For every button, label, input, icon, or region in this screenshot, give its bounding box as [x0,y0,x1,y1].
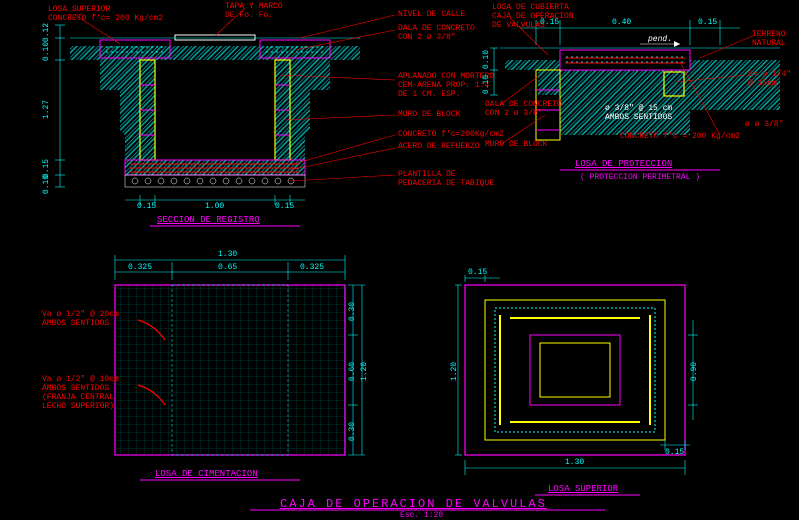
dim: 0.10 [42,42,51,61]
label: AMBOS SENTIDOS [42,319,109,328]
label: TAPA Y MARCO [225,2,283,11]
label: PEDACERIA DE TABIQUE [398,179,494,188]
label: CONCRETO f'c= 200 Kg/cm2 [48,14,163,23]
dim: 0.30 [348,302,357,321]
dim: 0.30 [348,422,357,441]
label: DE 1 CM. ESP. [398,90,460,99]
label: (FRANJA CENTRAL [42,393,114,402]
section-title: LOSA DE PROTECCION [575,159,672,169]
dim: 1.30 [565,458,584,467]
dim: 0.10 [482,75,491,94]
label: AMBOS SENTIDOS [605,113,672,122]
label: CONCRETO f'c = 200 Kg/cm2 [620,132,740,141]
label: PLANTILLA DE [398,170,456,179]
section-sub: ( PROTECCION PERIMETRAL ) [580,173,700,182]
label: ø 3/8" @ 15 cm [605,104,672,113]
losa-proteccion [490,18,780,145]
label: CAJA DE OPERACION [492,12,574,21]
dim: 0.15 [468,268,487,277]
label: DALA DE CONCRETO [485,100,562,109]
label: E= ø 1/4" [748,70,791,79]
dim: 0.65 [218,263,237,272]
dim: 0.15 [665,448,684,457]
label: pend. [648,35,672,44]
section-title: LOSA SUPERIOR [548,484,618,494]
label: TERRENO [752,30,786,39]
dim: 1.20 [360,362,369,381]
label: LECHO SUPERIOR) [42,402,114,411]
label: MURO DE BLOCK [485,140,547,149]
label: MURO DE BLOCK [398,110,460,119]
dim: 0.10 [42,175,51,194]
label: Va ø 1/2" @ 20cm [42,310,119,319]
dim: 0.15 [275,202,294,211]
label: LOSA SUPERIOR [48,5,110,14]
label: ø ø 3/8" [745,120,783,129]
dim: 1.30 [218,250,237,259]
section-title: LOSA DE CIMENTACION [155,469,258,479]
seccion-registro [55,8,395,205]
dim: 1.27 [42,100,51,119]
dim: 0.40 [612,18,631,27]
dim: 1.20 [450,362,459,381]
losa-cimentacion [115,255,365,455]
drawing-title: CAJA DE OPERACION DE VALVULAS [280,497,547,511]
label: ACERO DE REFUERZO [398,142,480,151]
label: NATURAL [752,39,786,48]
dim: 0.325 [128,263,152,272]
label: DE VALVULAS [492,21,545,30]
label: APLANADO CON MORTERO [398,72,494,81]
label: DE Fo. Fo. [225,11,273,20]
drawing-scale: Esc. 1:20 [400,511,443,520]
label: NIVEL DE CALLE [398,10,465,19]
dim: 0.90 [690,362,699,381]
label: LOSA DE CUBIERTA [492,3,569,12]
label: CONCRETO f'c=200Kg/cm2 [398,130,504,139]
label: CEM-ARENA PROP. 1:4 [398,81,489,90]
label: @ 15cm [748,79,777,88]
dim: 0.12 [42,23,51,42]
dim: 0.60 [348,362,357,381]
label: CON 2 ø 3/8" [398,33,456,42]
label: Va ø 1/2" @ 10cm [42,375,119,384]
dim: 0.15 [698,18,717,27]
label: DALA DE CONCRETO [398,24,475,33]
dim: 0.15 [540,18,559,27]
dim: 0.325 [300,263,324,272]
section-title: SECCION DE REGISTRO [157,215,260,225]
label: CON 2 ø 3/8" [485,109,543,118]
label: AMBOS SENTIDOS [42,384,109,393]
losa-superior [455,275,698,475]
dim: 0.15 [137,202,156,211]
dim: 1.00 [205,202,224,211]
dim: 0.10 [482,50,491,69]
